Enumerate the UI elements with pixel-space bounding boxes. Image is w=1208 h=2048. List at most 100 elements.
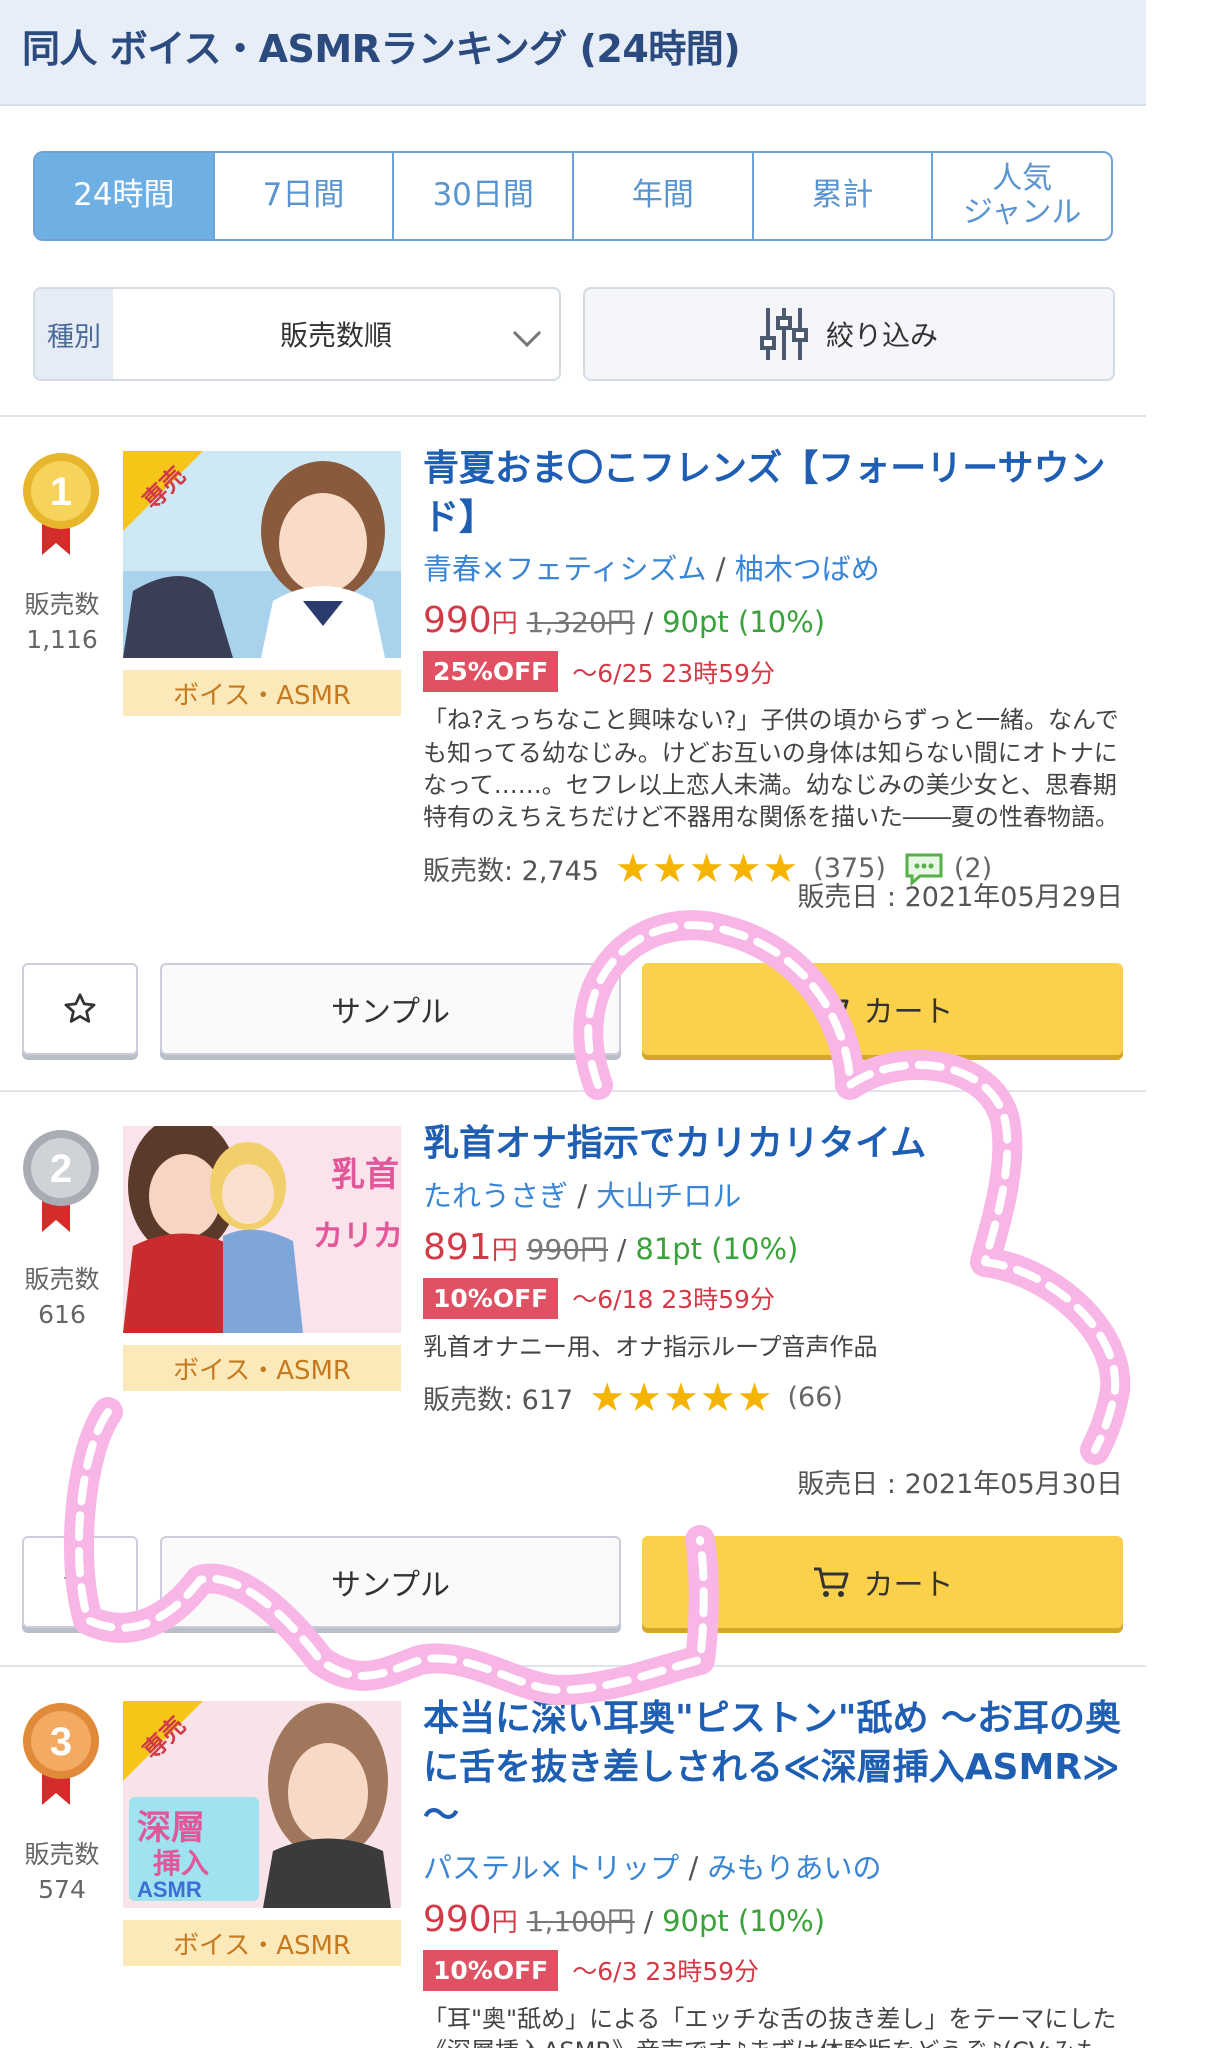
rank-sales-count: 616 <box>38 1300 86 1329</box>
ranking-item: 1 販売数 1,116 専売 ボイス・ASMR 青夏おま〇こフレンズ【フォーリー… <box>0 415 1146 1090</box>
price-yen: 円 <box>491 1907 518 1938</box>
cart-label: カート <box>863 995 954 1030</box>
tab-yearly[interactable]: 年間 <box>574 153 754 239</box>
original-price: 1,320円 <box>526 606 635 640</box>
separator: / <box>617 1232 636 1266</box>
discount-badge: 25%OFF <box>423 651 559 693</box>
filter-button[interactable]: 絞り込み <box>583 287 1115 381</box>
product-maker: たれうさぎ / 大山チロル <box>423 1173 1123 1215</box>
tab-7days[interactable]: 7日間 <box>215 153 395 239</box>
points: 90pt (10%) <box>662 605 826 640</box>
action-buttons: サンプル カート <box>0 1536 1146 1628</box>
genre-badge: ボイス・ASMR <box>123 670 401 716</box>
discount-badge: 10%OFF <box>423 1949 559 1991</box>
rating-stars: ★★★★★ <box>589 1374 774 1421</box>
rank-number: 3 <box>50 1720 72 1764</box>
chevron-down-icon <box>512 318 542 348</box>
product-image: 深層 挿入 ASMR 専売 <box>123 1701 401 1908</box>
discount-row: 10%OFF ～6/3 23時59分 <box>423 1949 1123 1991</box>
product-info: 青夏おま〇こフレンズ【フォーリーサウンド】 青春×フェティシズム / 柚木つばめ… <box>423 445 1123 892</box>
rank-sales: 販売数 616 <box>22 1262 102 1332</box>
product-description: 乳首オナニー用、オナ指示ループ音声作品 <box>423 1332 878 1361</box>
svg-text:深層: 深層 <box>137 1808 205 1848</box>
review-count[interactable]: (66) <box>788 1382 843 1413</box>
product-description: 「ね?えっちなこと興味ない?」子供の頃からずっと一緒。なんでも知ってる幼なじみ。… <box>423 706 1119 832</box>
product-thumbnail[interactable]: 深層 挿入 ASMR 専売 <box>123 1701 401 1908</box>
period-tabs: 24時間 7日間 30日間 年間 累計 人気 ジャンル <box>33 151 1113 241</box>
sales-count: 販売数: 2,745 <box>423 856 599 888</box>
product-title[interactable]: 乳首オナ指示でカリカリタイム <box>423 1120 1123 1169</box>
author-link[interactable]: 大山チロル <box>596 1179 741 1213</box>
circle-link[interactable]: 青春×フェティシズム <box>423 552 707 586</box>
star-outline-icon <box>64 1566 96 1596</box>
release-date: 販売日 : 2021年05月30日 <box>797 1469 1123 1500</box>
genre-badge: ボイス・ASMR <box>123 1345 401 1391</box>
product-info: 本当に深い耳奥"ピストン"舐め ～お耳の奥に舌を抜き差しされる≪深層挿入ASMR… <box>423 1695 1123 2048</box>
genre-badge: ボイス・ASMR <box>123 1920 401 1966</box>
favorite-button[interactable] <box>22 1536 138 1628</box>
separator: / <box>643 1904 663 1938</box>
product-description: 「耳"奥"舐め」による「エッチな舌の抜き差し」をテーマにした《深層挿入ASMR》… <box>423 2004 1117 2048</box>
price: 891 <box>423 1226 492 1268</box>
rank-sales: 販売数 1,116 <box>22 587 102 657</box>
page-margin <box>1146 0 1208 2048</box>
tab-30days[interactable]: 30日間 <box>394 153 575 239</box>
points: 81pt (10%) <box>635 1231 799 1266</box>
product-maker: 青春×フェティシズム / 柚木つばめ <box>423 546 1123 588</box>
circle-link[interactable]: パステル×トリップ <box>423 1851 679 1885</box>
separator: / <box>643 606 663 640</box>
author-link[interactable]: 柚木つばめ <box>735 552 880 586</box>
original-price: 990円 <box>526 1232 609 1266</box>
product-thumbnail[interactable]: 乳首 カリカリ <box>123 1126 401 1333</box>
product-thumbnail[interactable]: 専売 <box>123 451 401 658</box>
rank-sales-label: 販売数 <box>24 1265 100 1294</box>
silver-medal-icon: 2 <box>23 1130 99 1232</box>
rank-sales-label: 販売数 <box>24 590 100 619</box>
discount-deadline: ～6/18 23時59分 <box>572 1285 775 1315</box>
product-title[interactable]: 青夏おま〇こフレンズ【フォーリーサウンド】 <box>423 445 1123 542</box>
discount-deadline: ～6/3 23時59分 <box>572 1957 760 1987</box>
favorite-button[interactable] <box>22 963 138 1055</box>
svg-text:ASMR: ASMR <box>137 1877 202 1902</box>
product-maker: パステル×トリップ / みもりあいの <box>423 1845 1123 1887</box>
author-link[interactable]: みもりあいの <box>708 1851 882 1885</box>
sort-dropdown[interactable]: 販売数順 <box>113 289 559 379</box>
points: 90pt (10%) <box>662 1903 826 1938</box>
rank-sales-label: 販売数 <box>24 1840 100 1869</box>
tab-popular-genre[interactable]: 人気 ジャンル <box>933 153 1111 239</box>
gold-medal-icon: 1 <box>23 453 99 555</box>
tab-cumulative[interactable]: 累計 <box>754 153 934 239</box>
discount-row: 10%OFF ～6/18 23時59分 <box>423 1277 1123 1319</box>
sample-button[interactable]: サンプル <box>160 1536 621 1628</box>
price-row: 990円 1,320円 / 90pt (10%) <box>423 600 1123 641</box>
page-header: 同人 ボイス・ASMRランキング (24時間) <box>0 0 1146 106</box>
product-title[interactable]: 本当に深い耳奥"ピストン"舐め ～お耳の奥に舌を抜き差しされる≪深層挿入ASMR… <box>423 1695 1123 1841</box>
sort-type-label: 種別 <box>35 289 113 379</box>
separator: / <box>577 1178 597 1213</box>
price: 990 <box>423 1898 492 1940</box>
separator: / <box>715 552 735 587</box>
price-row: 990円 1,100円 / 90pt (10%) <box>423 1899 1123 1940</box>
cart-label: カート <box>863 1568 954 1603</box>
price-yen: 円 <box>491 609 518 640</box>
product-info: 乳首オナ指示でカリカリタイム たれうさぎ / 大山チロル 891円 990円 /… <box>423 1120 1123 1421</box>
svg-text:挿入: 挿入 <box>153 1847 209 1880</box>
action-buttons: サンプル カート <box>0 963 1146 1055</box>
tab-24h[interactable]: 24時間 <box>35 153 215 239</box>
discount-row: 25%OFF ～6/25 23時59分 <box>423 651 1123 693</box>
cart-button[interactable]: カート <box>642 963 1123 1055</box>
sample-button[interactable]: サンプル <box>160 963 621 1055</box>
price-row: 891円 990円 / 81pt (10%) <box>423 1227 1123 1268</box>
page-title: 同人 ボイス・ASMRランキング (24時間) <box>22 27 741 71</box>
cart-button[interactable]: カート <box>642 1536 1123 1628</box>
rank-number: 1 <box>50 470 72 514</box>
product-image: 専売 <box>123 451 401 658</box>
cart-icon <box>813 1567 848 1597</box>
separator: / <box>688 1850 708 1885</box>
star-outline-icon <box>64 993 96 1023</box>
cart-icon <box>813 994 848 1024</box>
circle-link[interactable]: たれうさぎ <box>423 1179 568 1213</box>
discount-badge: 10%OFF <box>423 1277 559 1319</box>
sort-select[interactable]: 種別 販売数順 <box>33 287 561 381</box>
sort-value: 販売数順 <box>279 319 392 352</box>
